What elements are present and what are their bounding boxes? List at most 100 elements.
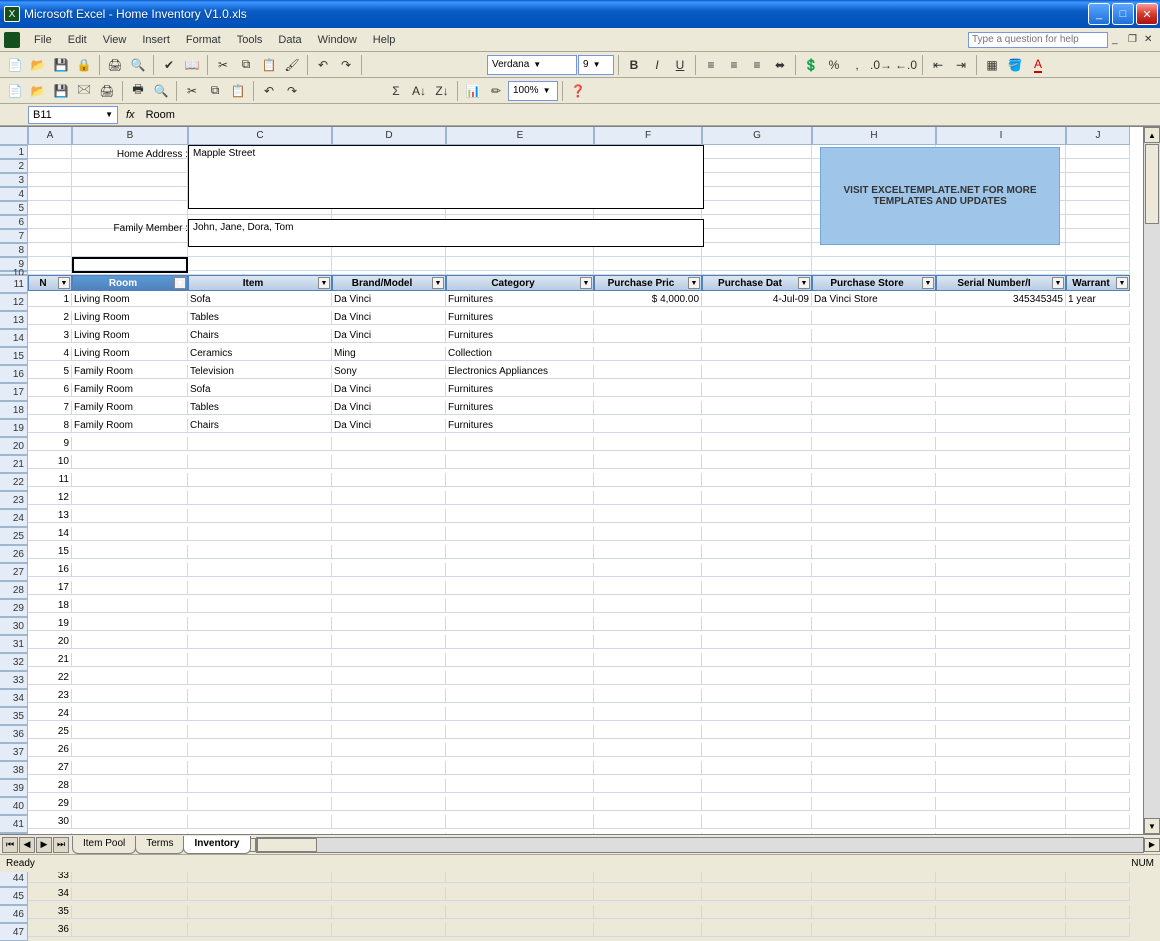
sort-asc-icon[interactable]: A↓ — [408, 80, 430, 102]
cell[interactable] — [332, 743, 446, 757]
cell[interactable] — [1066, 187, 1130, 201]
col-header[interactable]: A — [28, 127, 72, 145]
cell[interactable] — [936, 491, 1066, 505]
underline-icon[interactable]: U — [669, 54, 691, 76]
preview-icon[interactable]: 🔍 — [127, 54, 149, 76]
comma-icon[interactable]: , — [846, 54, 868, 76]
cell[interactable] — [188, 581, 332, 595]
cell[interactable]: Da Vinci — [332, 311, 446, 325]
col-header[interactable]: J — [1066, 127, 1130, 145]
cell[interactable]: 11 — [28, 473, 72, 487]
cell[interactable] — [72, 905, 188, 919]
cell[interactable] — [702, 491, 812, 505]
cell[interactable]: Living Room — [72, 347, 188, 361]
cell[interactable] — [702, 383, 812, 397]
dec-decimal-icon[interactable]: ←.0 — [894, 54, 918, 76]
row-header[interactable]: 7 — [0, 229, 28, 243]
row-header[interactable]: 16 — [0, 365, 28, 383]
cell[interactable] — [702, 761, 812, 775]
cell[interactable] — [1066, 923, 1130, 937]
cell[interactable] — [1066, 201, 1130, 215]
cell[interactable] — [332, 689, 446, 703]
spell-icon[interactable]: ✔ — [158, 54, 180, 76]
cell[interactable]: 14 — [28, 527, 72, 541]
cell[interactable] — [72, 563, 188, 577]
cell[interactable] — [72, 159, 188, 173]
cell[interactable] — [936, 923, 1066, 937]
cell[interactable] — [72, 545, 188, 559]
cell[interactable] — [594, 437, 702, 451]
cell[interactable] — [188, 797, 332, 811]
cell[interactable] — [594, 671, 702, 685]
row-header[interactable]: 17 — [0, 383, 28, 401]
cell[interactable] — [594, 257, 702, 271]
cell[interactable] — [936, 329, 1066, 343]
cell[interactable] — [702, 671, 812, 685]
cell[interactable]: 24 — [28, 707, 72, 721]
cell[interactable] — [812, 383, 936, 397]
row-header[interactable]: 40 — [0, 797, 28, 815]
cell[interactable] — [812, 635, 936, 649]
cell[interactable] — [72, 671, 188, 685]
col-header[interactable]: D — [332, 127, 446, 145]
row-header[interactable]: 15 — [0, 347, 28, 365]
cell[interactable]: Sony — [332, 365, 446, 379]
maximize-button[interactable]: □ — [1112, 3, 1134, 25]
cell[interactable]: 23 — [28, 689, 72, 703]
cell[interactable] — [446, 779, 594, 793]
cell[interactable] — [936, 617, 1066, 631]
row-header[interactable]: 1 — [0, 145, 28, 159]
cell[interactable] — [1066, 383, 1130, 397]
undo-icon[interactable]: ↶ — [312, 54, 334, 76]
cell[interactable] — [1066, 635, 1130, 649]
cell[interactable] — [1066, 243, 1130, 257]
cell[interactable] — [936, 725, 1066, 739]
cell[interactable] — [936, 815, 1066, 829]
cell[interactable] — [812, 653, 936, 667]
cell[interactable]: Ceramics — [188, 347, 332, 361]
scroll-right-icon[interactable]: ▶ — [1144, 838, 1160, 852]
cell[interactable]: 12 — [28, 491, 72, 505]
cell[interactable]: Da Vinci — [332, 383, 446, 397]
row-header[interactable]: 46 — [0, 905, 28, 923]
align-right-icon[interactable]: ≡ — [746, 54, 768, 76]
cell[interactable] — [594, 707, 702, 721]
cell[interactable]: 22 — [28, 671, 72, 685]
cell[interactable] — [188, 527, 332, 541]
cell[interactable] — [1066, 473, 1130, 487]
cell[interactable] — [332, 653, 446, 667]
row-header[interactable]: 5 — [0, 201, 28, 215]
cell[interactable] — [72, 437, 188, 451]
zoom-combo[interactable]: 100%▼ — [508, 81, 558, 101]
cell[interactable] — [812, 581, 936, 595]
cell[interactable] — [332, 581, 446, 595]
cell[interactable] — [28, 159, 72, 173]
row-header[interactable]: 12 — [0, 293, 28, 311]
close-button[interactable]: ✕ — [1136, 3, 1158, 25]
cell[interactable] — [702, 653, 812, 667]
cell[interactable] — [72, 653, 188, 667]
cell[interactable] — [446, 815, 594, 829]
cell[interactable] — [332, 923, 446, 937]
cell[interactable] — [332, 887, 446, 901]
cell[interactable] — [936, 257, 1066, 271]
borders-icon[interactable]: ▦ — [981, 54, 1003, 76]
cell[interactable] — [812, 311, 936, 325]
cell[interactable] — [446, 599, 594, 613]
cell[interactable] — [594, 455, 702, 469]
redo-icon[interactable]: ↷ — [335, 54, 357, 76]
align-left-icon[interactable]: ≡ — [700, 54, 722, 76]
cell[interactable] — [812, 563, 936, 577]
cell[interactable] — [1066, 905, 1130, 919]
cell[interactable] — [446, 743, 594, 757]
row-header[interactable]: 11 — [0, 275, 28, 293]
open-icon[interactable]: 📂 — [27, 54, 49, 76]
cell[interactable] — [332, 455, 446, 469]
promo-banner[interactable]: VISIT EXCELTEMPLATE.NET FOR MORE TEMPLAT… — [820, 147, 1060, 245]
filter-warranty[interactable]: Warrant▼ — [1066, 275, 1130, 291]
row-header[interactable]: 39 — [0, 779, 28, 797]
cell[interactable] — [188, 653, 332, 667]
cell[interactable]: 18 — [28, 599, 72, 613]
cell[interactable]: 28 — [28, 779, 72, 793]
menu-view[interactable]: View — [95, 32, 135, 48]
